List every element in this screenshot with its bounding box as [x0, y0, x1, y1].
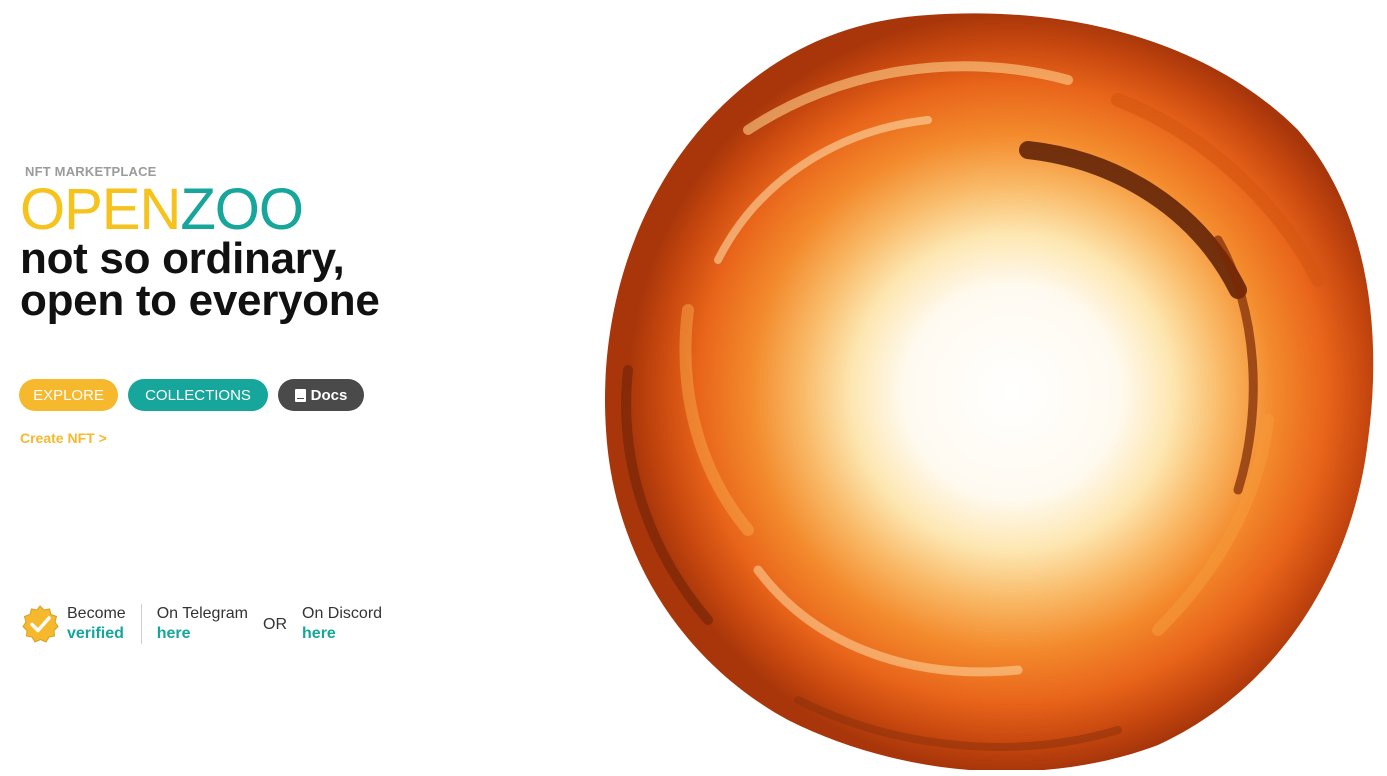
cta-buttons: EXPLORE COLLECTIONS Docs	[19, 379, 364, 411]
brand-logo-text: OPENZOO	[20, 181, 540, 239]
verification-row: Become verified On Telegram here OR On D…	[20, 603, 382, 645]
discord-label: On Discord	[302, 605, 383, 622]
brand-open: OPEN	[20, 177, 181, 242]
verified-badge-icon	[22, 605, 59, 643]
discord-link[interactable]: here	[302, 624, 382, 644]
telegram-block: On Telegram here	[157, 604, 248, 644]
explore-button[interactable]: EXPLORE	[19, 379, 118, 411]
book-icon	[294, 388, 306, 402]
verified-link[interactable]: verified	[67, 624, 126, 644]
landing-page: NFT MARKETPLACE OPENZOO not so ordinary,…	[0, 0, 1387, 776]
brand-zoo: ZOO	[180, 177, 304, 242]
or-separator: OR	[263, 616, 288, 633]
tagline-line-1: not so ordinary,	[20, 234, 345, 283]
become-verified: Become verified	[67, 604, 126, 644]
divider	[140, 604, 142, 644]
hero-section: NFT MARKETPLACE OPENZOO not so ordinary,…	[20, 164, 540, 325]
collections-button[interactable]: COLLECTIONS	[128, 379, 268, 411]
tagline-line-2: open to everyone	[20, 276, 380, 325]
docs-button[interactable]: Docs	[278, 379, 364, 411]
telegram-link[interactable]: here	[157, 624, 248, 644]
become-label: Become	[67, 605, 126, 622]
tagline: not so ordinary, open to everyone	[20, 234, 540, 325]
orange-brush-circle-artwork	[605, 13, 1374, 770]
discord-block: On Discord here	[302, 604, 382, 644]
telegram-label: On Telegram	[156, 605, 249, 622]
create-nft-link[interactable]: Create NFT >	[20, 430, 107, 446]
docs-button-label: Docs	[310, 386, 348, 404]
